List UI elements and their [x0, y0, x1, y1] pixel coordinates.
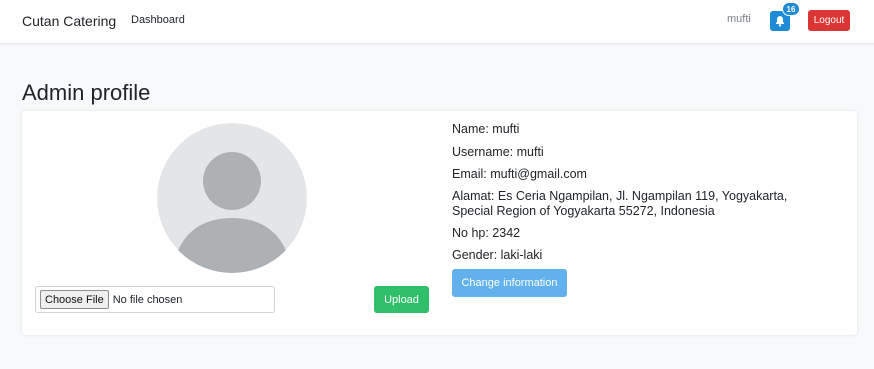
profile-address-line1: Alamat: Es Ceria Ngampilan, Jl. Ngampila…: [452, 189, 788, 203]
profile-phone: No hp: 2342: [452, 226, 521, 240]
profile-gender: Gender: laki-laki: [452, 248, 543, 262]
file-input[interactable]: Choose File No file chosen: [35, 286, 275, 313]
profile-email: Email: mufti@gmail.com: [452, 167, 587, 181]
nav-username[interactable]: mufti: [727, 13, 751, 25]
page-title: Admin profile: [22, 80, 151, 105]
user-placeholder-icon: [157, 123, 307, 273]
choose-file-button[interactable]: Choose File: [40, 290, 109, 309]
dashboard-link[interactable]: Dashboard: [131, 14, 185, 26]
avatar: [157, 123, 307, 273]
bell-icon: [775, 16, 785, 27]
brand-link[interactable]: Cutan Catering: [22, 13, 116, 29]
logout-button[interactable]: Logout: [808, 10, 850, 31]
notification-count-badge: 16: [782, 2, 800, 16]
upload-button[interactable]: Upload: [374, 286, 429, 313]
profile-username: Username: mufti: [452, 145, 544, 159]
file-status-text: No file chosen: [112, 293, 183, 306]
change-information-button[interactable]: Change information: [452, 269, 567, 297]
navbar: Cutan Catering Dashboard mufti 16 Logout: [0, 0, 874, 44]
profile-name: Name: mufti: [452, 122, 520, 136]
profile-address-line2: Special Region of Yogyakarta 55272, Indo…: [452, 204, 715, 218]
